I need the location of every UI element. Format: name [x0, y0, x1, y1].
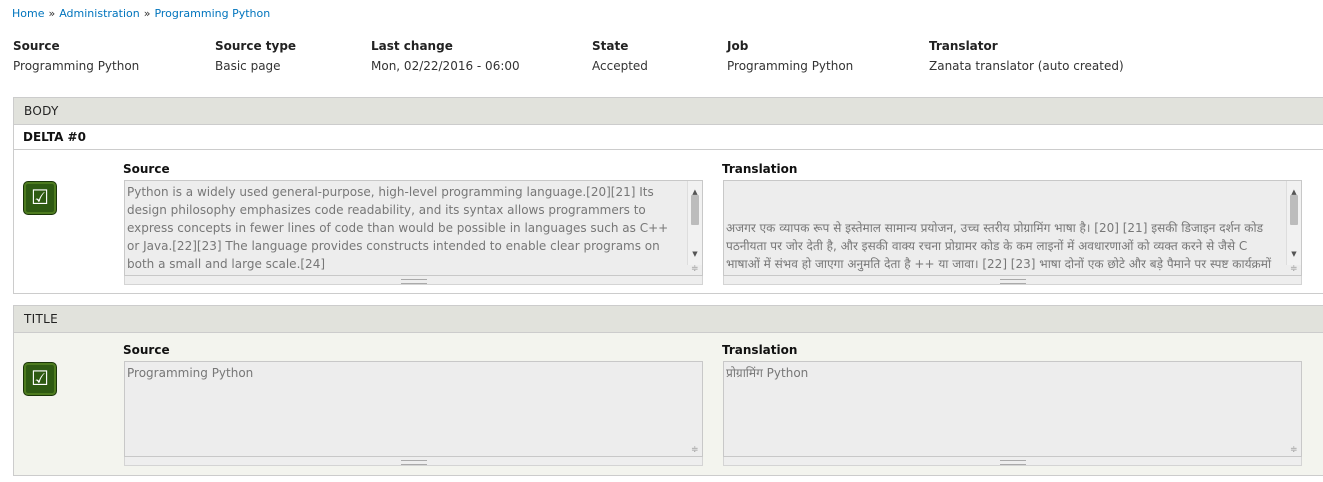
body-section-header: BODY	[14, 98, 1323, 125]
meta-source-type-value: Basic page	[215, 59, 281, 73]
scrollbar-thumb[interactable]	[691, 195, 699, 225]
title-translation-text: प्रोग्रामिंग Python	[726, 366, 809, 380]
title-section-header: TITLE	[14, 306, 1323, 333]
meta-source-label: Source	[13, 39, 60, 53]
title-translation-textarea[interactable]: प्रोग्रामिंग Python ≑	[723, 361, 1302, 457]
body-translation-label: Translation	[722, 162, 798, 176]
meta-job-label: Job	[727, 39, 749, 53]
title-source-label: Source	[123, 343, 170, 357]
breadcrumb-current[interactable]: Programming Python	[154, 7, 270, 20]
meta-source-type-label: Source type	[215, 39, 297, 53]
meta-last-change: Last change Mon, 02/22/2016 - 06:00	[371, 39, 520, 74]
resize-corner-icon[interactable]: ≑	[1290, 445, 1300, 455]
resize-corner-icon[interactable]: ≑	[691, 264, 701, 274]
title-fieldset: TITLE ☑ Source Programming Python ≑ Tran…	[13, 305, 1323, 476]
scrollbar-thumb[interactable]	[1290, 195, 1298, 225]
breadcrumb-separator: »	[48, 7, 56, 20]
title-translation-label: Translation	[722, 343, 798, 357]
meta-translator-value: Zanata translator (auto created)	[929, 59, 1124, 73]
body-source-label: Source	[123, 162, 170, 176]
resize-corner-icon[interactable]: ≑	[1290, 264, 1300, 274]
meta-last-change-label: Last change	[371, 39, 453, 53]
meta-source: Source Programming Python	[13, 39, 139, 74]
checkmark-icon: ☑	[31, 185, 49, 209]
title-source-resize-handle[interactable]	[124, 457, 703, 466]
meta-last-change-value: Mon, 02/22/2016 - 06:00	[371, 59, 520, 73]
body-translation-scrollbar[interactable]: ▲ ▼	[1286, 181, 1301, 265]
breadcrumb: Home» Administration» Programming Python	[12, 7, 270, 20]
body-translation-textarea[interactable]: अजगर एक व्यापक रूप से इस्तेमाल सामान्य प…	[723, 180, 1302, 276]
meta-state-label: State	[592, 39, 629, 53]
body-source-scrollbar[interactable]: ▲ ▼	[687, 181, 702, 265]
meta-source-type: Source type Basic page	[215, 39, 296, 74]
body-source-text: Python is a widely used general-purpose,…	[127, 185, 669, 271]
scroll-down-arrow-icon[interactable]: ▼	[1287, 245, 1301, 263]
job-item-meta: Source Programming Python Source type Ba…	[13, 39, 1313, 79]
meta-state: State Accepted	[592, 39, 648, 74]
title-review-status-button[interactable]: ☑	[24, 363, 56, 395]
body-fieldset: BODY DELTA #0 ☑ Source Python is a widel…	[13, 97, 1323, 294]
meta-job-link[interactable]: Programming Python	[727, 59, 853, 74]
body-translation-text: अजगर एक व्यापक रूप से इस्तेमाल सामान्य प…	[726, 221, 1272, 271]
body-review-status-button[interactable]: ☑	[24, 182, 56, 214]
meta-translator-label: Translator	[929, 39, 998, 53]
title-source-textarea[interactable]: Programming Python ≑	[124, 361, 703, 457]
meta-state-value: Accepted	[592, 59, 648, 73]
title-translation-resize-handle[interactable]	[723, 457, 1302, 466]
meta-translator: Translator Zanata translator (auto creat…	[929, 39, 1124, 74]
title-source-text: Programming Python	[127, 366, 254, 380]
body-source-textarea[interactable]: Python is a widely used general-purpose,…	[124, 180, 703, 276]
resize-corner-icon[interactable]: ≑	[691, 445, 701, 455]
breadcrumb-separator: »	[143, 7, 151, 20]
body-source-resize-handle[interactable]	[124, 276, 703, 285]
meta-job: Job Programming Python	[727, 39, 853, 74]
scroll-down-arrow-icon[interactable]: ▼	[688, 245, 702, 263]
breadcrumb-home[interactable]: Home	[12, 7, 44, 20]
meta-source-link[interactable]: Programming Python	[13, 59, 139, 74]
checkmark-icon: ☑	[31, 366, 49, 390]
delta-title: DELTA #0	[14, 125, 1323, 150]
body-translation-resize-handle[interactable]	[723, 276, 1302, 285]
breadcrumb-administration[interactable]: Administration	[59, 7, 140, 20]
